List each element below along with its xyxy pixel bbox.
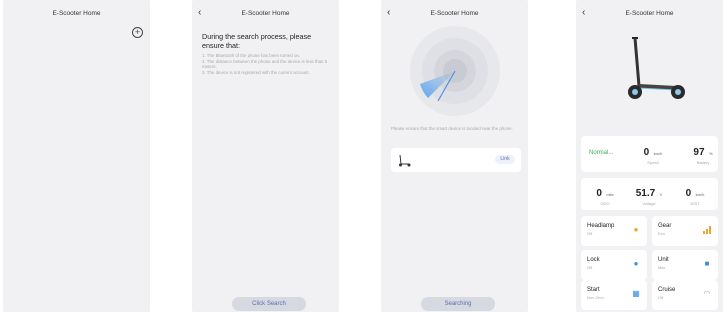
battery-stat: 97 % Battery bbox=[683, 142, 723, 166]
grid-icon: ▦ bbox=[632, 289, 640, 298]
control-state: Off bbox=[658, 295, 664, 300]
control-name: Start bbox=[587, 287, 600, 293]
add-device-icon[interactable]: + bbox=[132, 27, 143, 38]
link-button[interactable]: Link bbox=[495, 155, 515, 164]
voltage-unit: V bbox=[659, 192, 663, 197]
lock-icon: ● bbox=[633, 259, 639, 268]
scooter-icon bbox=[399, 154, 411, 167]
home-empty-screen: E-Scooter Home + bbox=[3, 0, 150, 312]
control-name: Headlamp bbox=[587, 223, 615, 229]
control-state: Mile bbox=[658, 265, 666, 270]
sun-icon: ● bbox=[633, 225, 639, 234]
unit-control[interactable]: Unit Mile ■ bbox=[652, 250, 718, 280]
signal-bars-icon bbox=[703, 226, 711, 234]
control-name: Unit bbox=[658, 257, 669, 263]
voltage-label: Voltage bbox=[642, 201, 656, 206]
trip-unit: km/h bbox=[695, 192, 705, 197]
instructions-heading: During the search process, please ensure… bbox=[202, 32, 312, 50]
odo-unit: mile bbox=[606, 192, 614, 197]
speed-stat: 0 km/h Speed bbox=[633, 142, 673, 166]
voltage-stat: 51.7 V Voltage bbox=[629, 183, 669, 207]
voltage-value: 51.7 bbox=[635, 188, 656, 199]
radar-sweep bbox=[420, 70, 456, 102]
odo-value: 0 bbox=[596, 188, 602, 199]
status-card: Normal... 0 km/h Speed 97 % Battery bbox=[581, 136, 718, 172]
trip-value: 0 bbox=[685, 188, 692, 199]
scooter-image bbox=[628, 37, 685, 99]
screen-title: E-Scooter Home bbox=[430, 10, 479, 17]
trip-label: DIST bbox=[690, 201, 700, 206]
speed-label: Speed bbox=[647, 160, 659, 165]
battery-unit: % bbox=[709, 151, 713, 156]
cruise-control[interactable]: Cruise Off ◠ bbox=[652, 280, 718, 310]
battery-label: Battery bbox=[696, 160, 710, 165]
search-hint: Please ensure that the smart device is l… bbox=[391, 126, 513, 131]
screen-title: E-Scooter Home bbox=[52, 10, 101, 17]
instruction-step: 2. The distance between the phone and th… bbox=[202, 59, 328, 70]
control-state: Off bbox=[587, 265, 593, 270]
gear-control[interactable]: Gear Eco bbox=[652, 216, 718, 246]
trip-stat: 0 km/h DIST bbox=[675, 183, 715, 207]
device-card[interactable]: Link bbox=[391, 148, 521, 172]
screen-title: E-Scooter Home bbox=[625, 10, 674, 17]
status-text: Normal... bbox=[589, 150, 614, 156]
odo-label: ODO bbox=[600, 201, 610, 206]
start-control[interactable]: Start Non Zero ▦ bbox=[581, 280, 647, 310]
trip-card: 0 mile ODO 51.7 V Voltage 0 km/h DIST bbox=[581, 178, 718, 210]
dashboard-screen: ‹ E-Scooter Home Normal... 0 km/h Speed … bbox=[576, 0, 723, 312]
instruction-step: 3. The device is not registered with the… bbox=[202, 70, 310, 75]
headlamp-control[interactable]: Headlamp Off ● bbox=[581, 216, 647, 246]
click-search-button[interactable]: Click Search bbox=[232, 297, 306, 311]
radar-animation bbox=[410, 26, 500, 116]
gauge-icon: ◠ bbox=[703, 289, 711, 298]
search-instructions-screen: ‹ E-Scooter Home During the search proce… bbox=[192, 0, 339, 312]
speed-unit: km/h bbox=[653, 151, 663, 156]
control-state: Off bbox=[587, 231, 593, 236]
control-name: Cruise bbox=[658, 287, 676, 293]
screen-title: E-Scooter Home bbox=[241, 10, 290, 17]
ruler-icon: ■ bbox=[704, 259, 710, 268]
control-name: Gear bbox=[658, 223, 672, 229]
odo-stat: 0 mile ODO bbox=[585, 183, 625, 207]
control-state: Eco bbox=[658, 231, 665, 236]
speed-value: 0 bbox=[643, 147, 650, 158]
lock-control[interactable]: Lock Off ● bbox=[581, 250, 647, 280]
control-state: Non Zero bbox=[587, 295, 604, 300]
searching-button[interactable]: Searching bbox=[421, 297, 495, 311]
instruction-step: 1. The Bluetooth of the phone has been t… bbox=[202, 53, 301, 58]
searching-screen: ‹ E-Scooter Home Please ensure that the … bbox=[381, 0, 528, 312]
control-name: Lock bbox=[587, 257, 600, 263]
battery-value: 97 bbox=[693, 147, 705, 158]
